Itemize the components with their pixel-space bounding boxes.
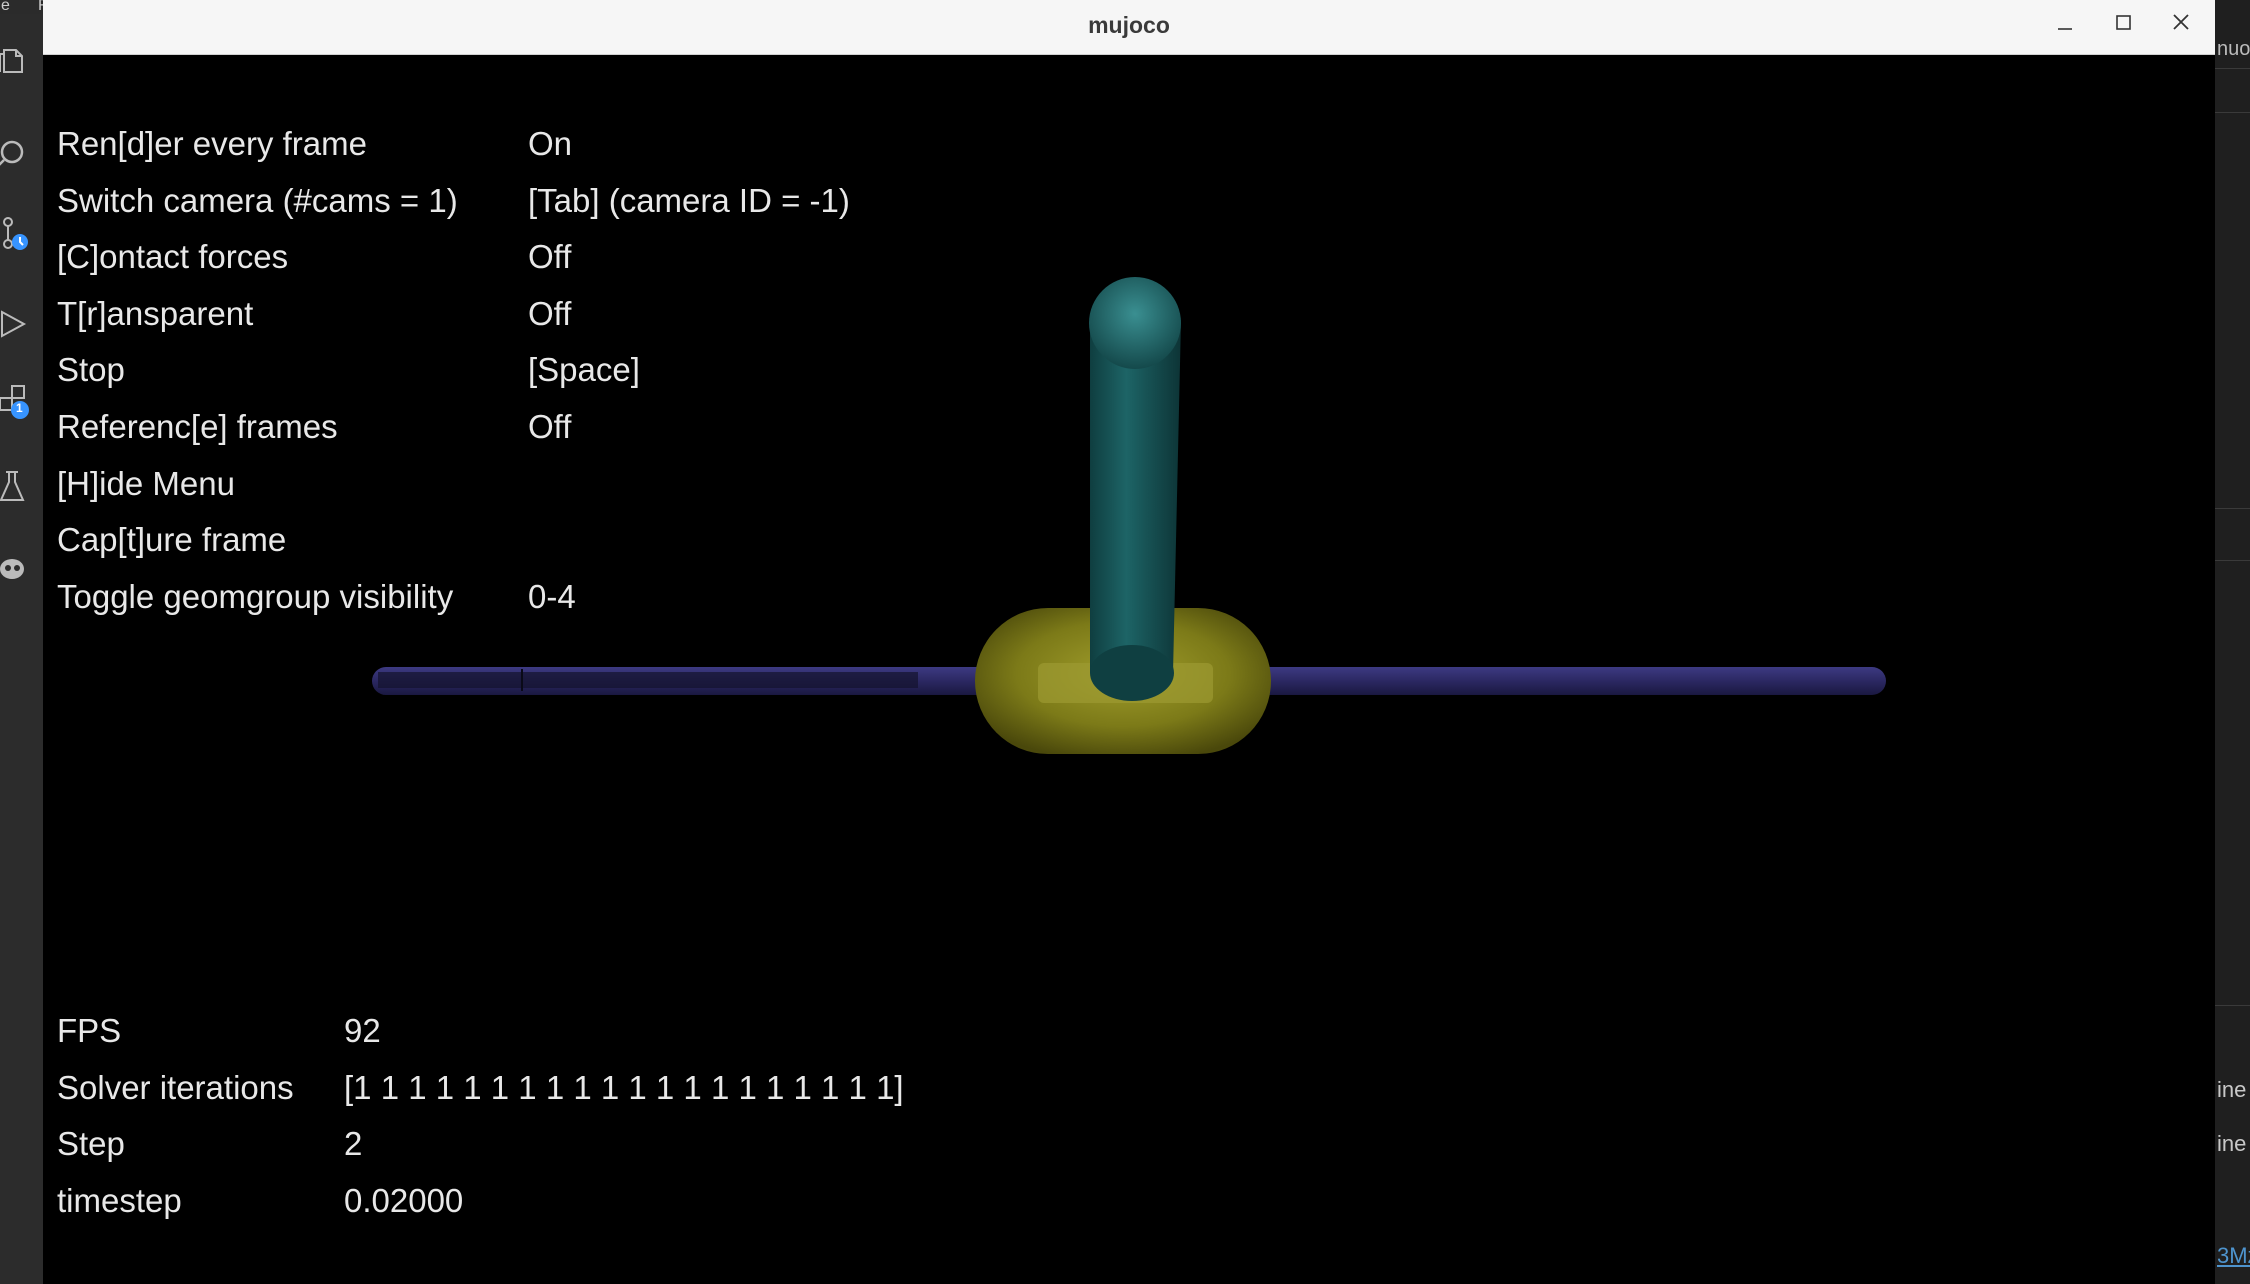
stat-value: 92: [344, 1012, 381, 1049]
extensions-icon[interactable]: 1: [0, 380, 30, 420]
menu-label: [H]ide Menu: [57, 465, 235, 502]
right-editor-panel: nuo ine ine 3Mz: [2215, 0, 2250, 1284]
window-title: mujoco: [1088, 12, 1170, 38]
maximize-icon: [2116, 15, 2131, 30]
editor-text-fragment: ine: [2217, 1131, 2247, 1156]
editor-link-fragment[interactable]: 3Mz: [2217, 1243, 2250, 1269]
activity-bar: 1: [0, 14, 43, 1284]
simulation-viewport[interactable]: Ren[d]er every frame On Switch camera (#…: [43, 55, 2215, 1284]
title-bar[interactable]: mujoco: [43, 0, 2215, 55]
stat-label: Step: [57, 1125, 125, 1162]
stat-value: 2: [344, 1125, 363, 1162]
minimize-icon: [2058, 28, 2072, 30]
pole: [1090, 320, 1181, 673]
mujoco-window: mujoco Ren[d]er every frame On Switch ca…: [43, 0, 2215, 1284]
stat-label: FPS: [57, 1012, 122, 1049]
menu-label: Toggle geomgroup visibility: [57, 578, 454, 615]
source-control-icon[interactable]: [0, 214, 30, 254]
testing-icon[interactable]: [0, 466, 30, 506]
stat-label: Solver iterations: [57, 1069, 294, 1106]
rail-dark-section: [378, 672, 918, 688]
copilot-icon[interactable]: [0, 549, 30, 589]
menu-label: Ren[d]er every frame: [57, 125, 367, 162]
stat-value: [1 1 1 1 1 1 1 1 1 1 1 1 1 1 1 1 1 1 1 1…: [344, 1069, 904, 1106]
stat-value: 0.02000: [344, 1182, 464, 1219]
menu-value: Off: [528, 238, 572, 275]
pole-cap: [1089, 277, 1181, 369]
menu-label: Referenc[e] frames: [57, 408, 338, 445]
menu-label: T[r]ansparent: [57, 295, 254, 332]
menu-fragment[interactable]: e: [1, 0, 10, 15]
pole-base: [1090, 645, 1174, 701]
menu-value: Off: [528, 295, 572, 332]
close-icon: [2173, 14, 2189, 30]
explorer-icon[interactable]: [0, 40, 30, 80]
editor-text-fragment: ine: [2217, 1077, 2247, 1102]
menu-value: [Space]: [528, 351, 640, 388]
search-icon[interactable]: [0, 134, 30, 174]
stat-label: timestep: [57, 1182, 182, 1219]
extensions-badge: 1: [16, 401, 23, 415]
menu-label: Switch camera (#cams = 1): [57, 182, 458, 219]
menu-label: [C]ontact forces: [57, 238, 289, 275]
editor-text-fragment: nuo: [2217, 38, 2250, 60]
maximize-button[interactable]: [2100, 6, 2146, 44]
menu-label: Cap[t]ure frame: [57, 521, 287, 558]
minimize-button[interactable]: [2042, 6, 2088, 44]
menu-value: [Tab] (camera ID = -1): [528, 182, 850, 219]
menu-value: 0-4: [528, 578, 576, 615]
menu-label: Stop: [57, 351, 125, 388]
close-button[interactable]: [2158, 6, 2204, 44]
menu-value: Off: [528, 408, 572, 445]
menu-value: On: [528, 125, 573, 162]
run-debug-icon[interactable]: [0, 304, 30, 344]
